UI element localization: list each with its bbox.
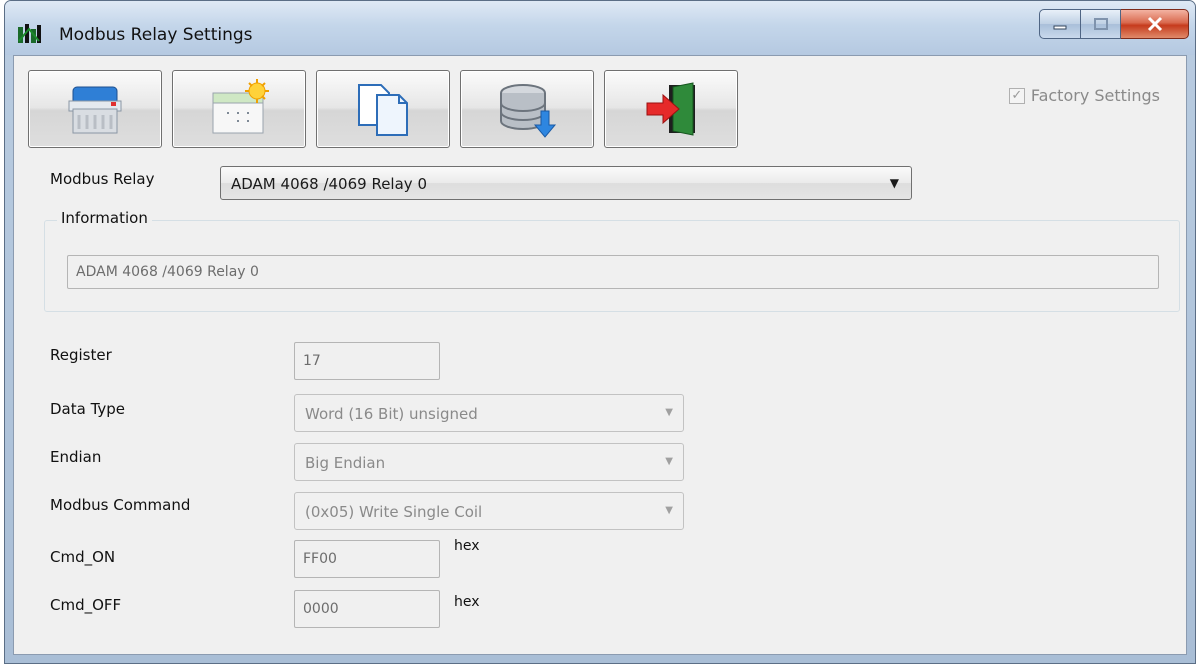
cmd-on-label: Cmd_ON bbox=[50, 548, 116, 566]
minimize-button[interactable] bbox=[1039, 9, 1081, 39]
copy-button[interactable] bbox=[316, 70, 450, 148]
information-legend: Information bbox=[57, 209, 152, 227]
client-area: ✓ Factory Settings Modbus Relay ADAM 406… bbox=[13, 55, 1187, 655]
toolbar bbox=[28, 70, 748, 148]
new-settings-icon bbox=[212, 79, 269, 134]
endian-label: Endian bbox=[50, 448, 102, 466]
data-type-select: Word (16 Bit) unsigned ▼ bbox=[294, 394, 684, 432]
title-bar[interactable]: Modbus Relay Settings bbox=[5, 1, 1195, 55]
modbus-relay-value: ADAM 4068 /4069 Relay 0 bbox=[231, 175, 427, 193]
exit-door-icon bbox=[646, 82, 695, 136]
database-save-icon bbox=[500, 84, 557, 138]
window-title: Modbus Relay Settings bbox=[59, 25, 253, 45]
modbus-relay-label: Modbus Relay bbox=[50, 170, 155, 188]
checkmark-icon: ✓ bbox=[1008, 87, 1025, 104]
maximize-icon bbox=[1093, 18, 1108, 30]
register-label: Register bbox=[50, 346, 112, 364]
register-field: 17 bbox=[294, 342, 440, 380]
information-groupbox: Information ADAM 4068 /4069 Relay 0 bbox=[44, 209, 1180, 312]
cmd-off-unit: hex bbox=[454, 594, 480, 610]
window-controls bbox=[1039, 9, 1189, 39]
cmd-on-unit: hex bbox=[454, 538, 480, 554]
endian-select: Big Endian ▼ bbox=[294, 443, 684, 481]
new-settings-button[interactable] bbox=[172, 70, 306, 148]
cmd-on-field: FF00 bbox=[294, 540, 440, 578]
data-type-label: Data Type bbox=[50, 400, 126, 418]
cmd-off-label: Cmd_OFF bbox=[50, 596, 122, 614]
copy-icon bbox=[358, 84, 408, 136]
print-button[interactable] bbox=[28, 70, 162, 148]
cmd-off-field: 0000 bbox=[294, 590, 440, 628]
exit-button[interactable] bbox=[604, 70, 738, 148]
app-icon bbox=[17, 23, 43, 45]
dropdown-arrow-icon: ▼ bbox=[665, 407, 673, 418]
modbus-command-select: (0x05) Write Single Coil ▼ bbox=[294, 492, 684, 530]
modbus-relay-settings-window: Modbus Relay Settings ✓ Factory Settings… bbox=[4, 0, 1196, 664]
dropdown-arrow-icon: ▼ bbox=[665, 456, 673, 467]
maximize-button[interactable] bbox=[1081, 9, 1121, 39]
close-icon bbox=[1147, 16, 1162, 32]
dropdown-arrow-icon: ▼ bbox=[665, 505, 673, 516]
modbus-command-label: Modbus Command bbox=[50, 496, 191, 514]
printer-icon bbox=[68, 86, 122, 134]
factory-settings-label: Factory Settings bbox=[1030, 86, 1160, 105]
modbus-command-value: (0x05) Write Single Coil bbox=[305, 503, 483, 521]
save-to-database-button[interactable] bbox=[460, 70, 594, 148]
factory-settings-checkbox: ✓ Factory Settings bbox=[1008, 86, 1160, 105]
minimize-icon bbox=[1053, 25, 1067, 30]
information-field: ADAM 4068 /4069 Relay 0 bbox=[67, 255, 1159, 289]
data-type-value: Word (16 Bit) unsigned bbox=[305, 405, 478, 423]
dropdown-arrow-icon: ▼ bbox=[889, 176, 899, 190]
endian-value: Big Endian bbox=[305, 454, 386, 472]
modbus-relay-select[interactable]: ADAM 4068 /4069 Relay 0 ▼ bbox=[220, 166, 912, 200]
close-button[interactable] bbox=[1121, 9, 1189, 39]
